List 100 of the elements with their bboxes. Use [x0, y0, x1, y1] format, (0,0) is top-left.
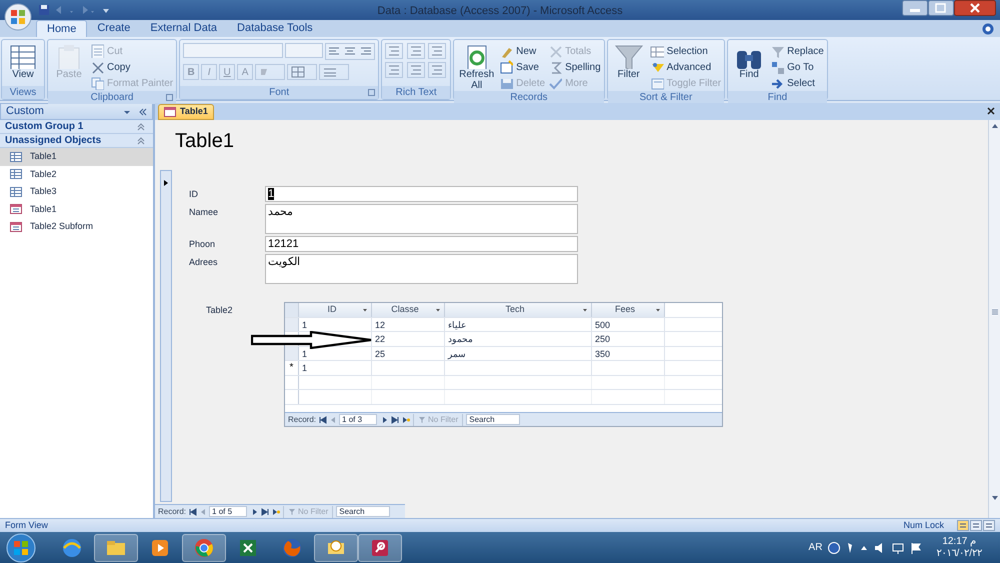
field-label: ID	[189, 188, 199, 201]
language-indicator[interactable]: AR	[808, 540, 822, 555]
ribbon-button[interactable]: View	[5, 43, 41, 80]
field-label: Namee	[189, 206, 220, 219]
ribbon-button[interactable]: Selection	[650, 43, 722, 59]
button-icon	[499, 76, 514, 90]
button-icon	[650, 76, 664, 90]
table-cell: محمود	[445, 332, 592, 346]
ribbon-tab[interactable]: External Data	[140, 20, 228, 37]
paragraph-icon[interactable]	[428, 43, 446, 59]
record-number-field[interactable]: 1 of 3	[339, 414, 378, 425]
first-record-icon[interactable]	[319, 416, 328, 424]
input-field[interactable]: محمد	[265, 204, 578, 234]
ribbon-button[interactable]: Spelling	[548, 59, 601, 75]
ribbon-button[interactable]: New	[499, 43, 546, 59]
outdent-icon[interactable]	[406, 43, 425, 59]
last-record-icon[interactable]	[391, 416, 400, 424]
last-record-icon[interactable]	[261, 508, 270, 516]
ribbon-button[interactable]: Filter	[610, 43, 647, 80]
group-label: Sort & Filter	[639, 91, 692, 105]
highlight-icon[interactable]	[428, 62, 446, 78]
ribbon-button[interactable]: Copy	[90, 59, 174, 75]
close-icon[interactable]	[954, 0, 996, 16]
ribbon-button[interactable]: Advanced	[650, 59, 722, 75]
button-icon	[770, 76, 784, 90]
group-label: Font	[269, 86, 290, 100]
table-cell: 22	[372, 332, 445, 346]
search-field[interactable]: Search	[466, 414, 520, 425]
vertical-scrollbar[interactable]	[988, 120, 1000, 518]
nav-group-header[interactable]: Unassigned Objects	[0, 134, 153, 148]
indent-icon[interactable]	[385, 43, 404, 59]
fill-color-icon[interactable]	[255, 64, 286, 80]
minimize-icon[interactable]	[902, 0, 928, 16]
dropdown-icon[interactable]	[362, 306, 368, 313]
input-field[interactable]: الكويت	[265, 254, 578, 284]
taskbar-button[interactable]	[314, 534, 358, 562]
design-view-icon[interactable]	[983, 520, 995, 531]
ribbon-button[interactable]: Save	[499, 59, 546, 75]
ribbon-button[interactable]: Refresh All	[457, 43, 496, 91]
scroll-up-icon[interactable]	[990, 122, 998, 130]
nav-group-header[interactable]: Custom Group 1	[0, 120, 153, 134]
datasheet-view-icon[interactable]	[970, 520, 982, 531]
chevron-up-icon[interactable]	[137, 136, 145, 144]
next-record-icon[interactable]	[382, 416, 388, 424]
start-button-icon[interactable]	[6, 532, 36, 562]
record-nav-label: Record:	[288, 414, 316, 426]
column-header[interactable]: Classe	[372, 303, 445, 316]
scroll-down-icon[interactable]	[990, 494, 998, 502]
restore-icon[interactable]	[928, 0, 954, 16]
ribbon-button[interactable]: Find	[731, 43, 768, 80]
column-header[interactable]: ID	[299, 303, 372, 316]
button-icon	[90, 60, 104, 74]
collapse-icon[interactable]	[139, 108, 147, 116]
network-icon[interactable]	[892, 542, 904, 554]
nav-item[interactable]: Table1	[0, 148, 153, 166]
flag-icon[interactable]	[910, 542, 922, 554]
ribbon-button[interactable]: Go To	[770, 59, 824, 75]
form-title: Table1	[174, 129, 235, 154]
colored-circle-icon	[193, 536, 215, 558]
save-icon[interactable]	[38, 4, 50, 16]
button-icon	[90, 44, 104, 58]
taskbar-button[interactable]	[358, 534, 402, 562]
search-field[interactable]: Search	[336, 506, 390, 517]
scroll-thumb-grip-icon[interactable]	[992, 309, 998, 315]
nav-pane-header[interactable]: Custom	[0, 103, 153, 120]
dropdown-icon[interactable]	[435, 306, 441, 313]
ribbon-tab[interactable]: Database Tools	[227, 20, 323, 37]
numbered-list-icon[interactable]	[385, 62, 404, 78]
new-record-icon[interactable]	[272, 508, 280, 516]
next-record-icon[interactable]	[252, 508, 258, 516]
first-record-icon[interactable]	[189, 508, 198, 516]
bullet-list-icon[interactable]	[406, 62, 425, 78]
table-cell: سمر	[445, 346, 592, 360]
ribbon-tab[interactable]: Home	[36, 20, 88, 37]
new-record-icon[interactable]	[402, 416, 410, 424]
field-label: Phoon	[189, 238, 216, 251]
show-hidden-icons-icon[interactable]	[860, 544, 868, 552]
document-tab[interactable]: Table1	[158, 104, 214, 120]
dropdown-icon[interactable]	[582, 306, 588, 313]
ribbon-button[interactable]: Replace	[770, 43, 824, 59]
table-cell: 25	[372, 346, 445, 360]
help-icon[interactable]	[982, 23, 994, 35]
ribbon-button[interactable]: Select	[770, 75, 824, 91]
gridlines-icon[interactable]	[287, 64, 318, 80]
input-field[interactable]: 1	[265, 186, 578, 202]
record-number-field[interactable]: 1 of 5	[209, 506, 248, 517]
column-header[interactable]: Tech	[445, 303, 592, 316]
customize-dropdown-icon[interactable]	[102, 6, 110, 14]
help-icon[interactable]	[828, 542, 840, 554]
close-icon[interactable]	[987, 107, 995, 115]
input-field[interactable]: 12121	[265, 236, 578, 252]
chevron-up-icon[interactable]	[137, 122, 145, 130]
column-header[interactable]: Fees	[592, 303, 665, 316]
clock-time: 12:17 م	[942, 536, 976, 548]
form-view-icon[interactable]	[957, 520, 969, 531]
table-icon	[10, 169, 22, 180]
record-nav-label: Record:	[158, 506, 186, 518]
clock[interactable]: 12:17 م ٢٠١٦/٠٢/٢٢	[936, 536, 982, 560]
ribbon-tab[interactable]: Create	[87, 20, 140, 37]
dropdown-icon[interactable]	[655, 306, 661, 313]
